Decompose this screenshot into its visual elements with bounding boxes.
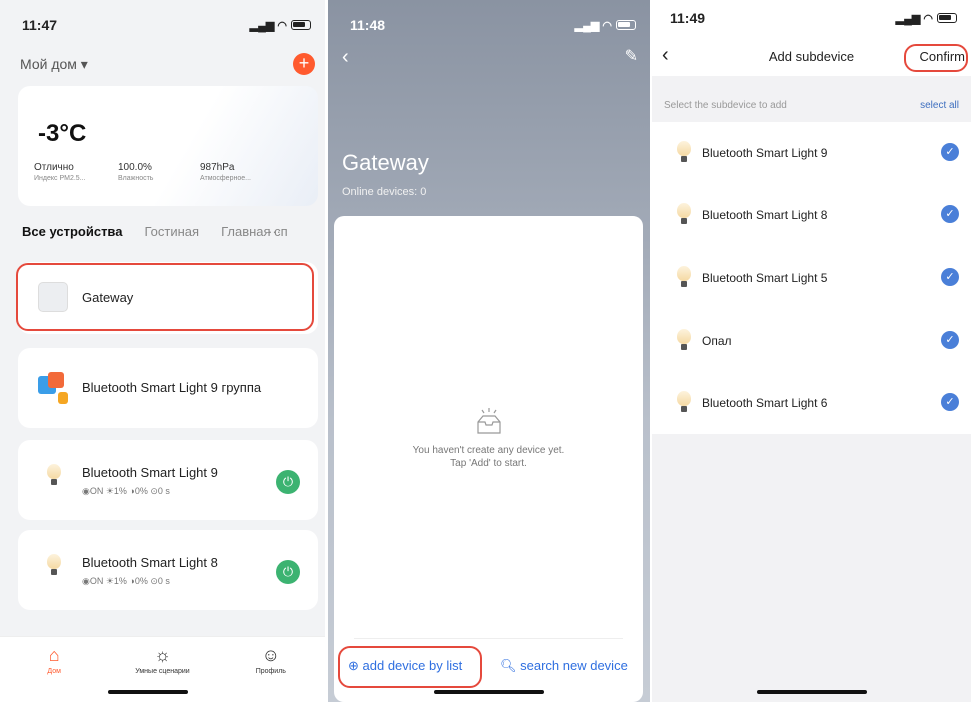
select-hint: Select the subdevice to add <box>664 100 787 111</box>
bottom-nav: ⌂ Дом ☼ Умные сценарии ☺ Профиль <box>0 636 325 702</box>
bulb-icon <box>676 141 692 163</box>
home-indicator <box>107 690 188 694</box>
home-selector[interactable]: Мой дом ▾ <box>20 56 88 73</box>
device-card-light-9[interactable]: Bluetooth Smart Light 9 ◉ON ☀1% ◑0% ⊙0 s… <box>18 440 318 520</box>
battery-icon <box>291 20 311 30</box>
more-tabs-button[interactable]: ··· <box>268 224 281 239</box>
highlight-confirm <box>904 44 968 72</box>
tab-living-room[interactable]: Гостиная <box>144 224 199 239</box>
add-subdevice-screen: 11:49 ▂▄▆ ◠ ‹ Add subdevice Confirm Sele… <box>652 0 971 702</box>
power-button[interactable]: ⏻ <box>276 560 300 584</box>
checkmark-icon[interactable]: ✓ <box>941 331 959 349</box>
status-icons: ▂▄▆ ◠ <box>896 12 957 25</box>
online-count: Online devices: 0 <box>342 186 427 198</box>
gateway-screen: 11:48 ▂▄▆ ◠ ‹ ✎ Gateway Online devices: … <box>328 0 650 702</box>
tab-all-devices[interactable]: Все устройства <box>22 224 122 239</box>
home-screen: 11:47 ▂▄▆ ◠ Мой дом ▾ + -3°C Отлично Инде… <box>0 0 325 702</box>
checkmark-icon[interactable]: ✓ <box>941 268 959 286</box>
back-icon[interactable]: ‹ <box>342 46 349 69</box>
list-item[interactable]: Bluetooth Smart Light 5 ✓ <box>652 247 971 309</box>
bulb-icon <box>676 391 692 413</box>
battery-icon <box>616 20 636 30</box>
list-item[interactable]: Bluetooth Smart Light 6 ✓ <box>652 372 971 434</box>
temperature: -3°C <box>38 120 87 147</box>
home-indicator <box>756 690 867 694</box>
battery-icon <box>937 13 957 23</box>
list-item[interactable]: Опал ✓ <box>652 310 971 372</box>
status-time: 11:48 <box>350 17 386 33</box>
status-icons: ▂▄▆ ◠ <box>575 19 636 32</box>
nav-profile[interactable]: ☺ Профиль <box>231 645 311 702</box>
device-panel: You haven't create any device yet. Tap '… <box>334 216 643 702</box>
profile-icon: ☺ <box>261 645 280 665</box>
device-name: Bluetooth Smart Light 9 <box>82 465 218 480</box>
status-bar: 11:48 ▂▄▆ ◠ <box>350 14 636 36</box>
nav-header: ‹ Add subdevice Confirm <box>652 36 971 76</box>
status-bar: 11:49 ▂▄▆ ◠ <box>652 0 971 36</box>
select-all-button[interactable]: select all <box>920 100 959 111</box>
bulb-icon <box>46 554 62 576</box>
empty-message: You haven't create any device yet. Tap '… <box>412 445 565 469</box>
home-icon: ⌂ <box>48 645 60 665</box>
search-new-device-button[interactable]: 🔍︎ search new device <box>500 658 628 674</box>
weather-stat-pm25: Отлично Индекс PM2.5... <box>34 162 86 182</box>
bulb-icon <box>676 329 692 351</box>
page-title: Gateway <box>342 150 429 175</box>
checkmark-icon[interactable]: ✓ <box>941 143 959 161</box>
status-time: 11:47 <box>22 17 58 33</box>
weather-stat-humidity: 100.0% Влажность <box>118 162 154 182</box>
device-status: ◉ON ☀1% ◑0% ⊙0 s <box>82 486 170 496</box>
weather-stat-pressure: 987hPa Атмосферное... <box>200 162 251 182</box>
highlight-gateway <box>16 263 314 331</box>
sun-icon: ☼ <box>154 645 171 665</box>
list-item[interactable]: Bluetooth Smart Light 9 ✓ <box>652 122 971 184</box>
empty-box-icon <box>477 408 501 434</box>
bulb-icon <box>46 464 62 486</box>
add-device-button[interactable]: + <box>293 53 315 75</box>
power-button[interactable]: ⏻ <box>276 470 300 494</box>
divider <box>354 638 623 639</box>
bulb-icon <box>676 266 692 288</box>
checkmark-icon[interactable]: ✓ <box>941 205 959 223</box>
bulb-icon <box>676 203 692 225</box>
device-name: Bluetooth Smart Light 8 <box>82 555 218 570</box>
subdevice-list: Bluetooth Smart Light 9 ✓ Bluetooth Smart… <box>652 122 971 434</box>
highlight-add-by-list <box>338 646 482 688</box>
weather-card[interactable]: -3°C Отлично Индекс PM2.5... 100.0% Влажно… <box>18 86 318 206</box>
device-status: ◉ON ☀1% ◑0% ⊙0 s <box>82 576 170 586</box>
device-name: Bluetooth Smart Light 9 группа <box>82 380 262 395</box>
status-time: 11:49 <box>670 10 706 26</box>
device-card-group[interactable]: Bluetooth Smart Light 9 группа <box>18 348 318 428</box>
edit-icon[interactable]: ✎ <box>625 46 638 66</box>
checkmark-icon[interactable]: ✓ <box>941 393 959 411</box>
room-tabs: Все устройства Гостиная Главная сп ··· <box>22 224 315 239</box>
device-card-light-8[interactable]: Bluetooth Smart Light 8 ◉ON ☀1% ◑0% ⊙0 s… <box>18 530 318 610</box>
home-indicator <box>434 690 544 694</box>
status-bar: 11:47 ▂▄▆ ◠ <box>22 14 311 36</box>
nav-home[interactable]: ⌂ Дом <box>14 645 94 702</box>
status-icons: ▂▄▆ ◠ <box>250 19 311 32</box>
list-item[interactable]: Bluetooth Smart Light 8 ✓ <box>652 184 971 246</box>
